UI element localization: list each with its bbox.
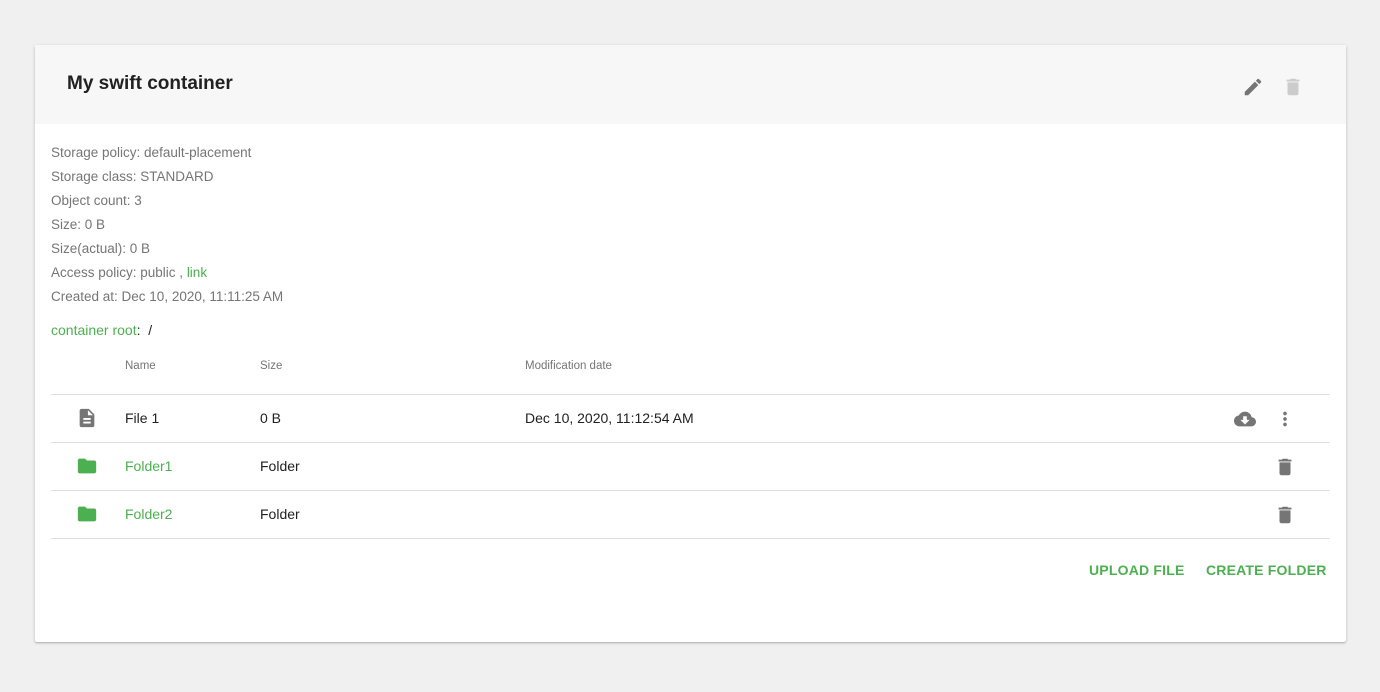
card-header: My swift container bbox=[35, 45, 1346, 124]
more-vert-icon bbox=[1283, 411, 1287, 427]
row-modified: Dec 10, 2020, 11:12:54 AM bbox=[525, 410, 694, 426]
row-size: Folder bbox=[260, 506, 300, 522]
storage-class: Storage class: STANDARD bbox=[51, 169, 214, 184]
download-button[interactable] bbox=[1233, 407, 1257, 431]
row-size: Folder bbox=[260, 458, 300, 474]
object-count: Object count: 3 bbox=[51, 193, 142, 208]
page-title: My swift container bbox=[67, 73, 233, 94]
cloud-download-icon bbox=[1234, 411, 1256, 427]
access-policy: Access policy: public , link bbox=[51, 265, 283, 289]
table-row[interactable]: Folder2 Folder bbox=[51, 491, 1330, 539]
file-icon bbox=[76, 407, 98, 429]
delete-folder-button[interactable] bbox=[1273, 503, 1297, 527]
access-policy-label: Access policy: public , bbox=[51, 265, 187, 280]
trash-icon bbox=[1278, 458, 1292, 476]
delete-container-button[interactable] bbox=[1281, 75, 1305, 99]
breadcrumb-separator: : bbox=[136, 322, 141, 338]
folder-link[interactable]: Folder1 bbox=[125, 458, 172, 474]
table-header: Name Size Modification date bbox=[51, 350, 1330, 395]
table-row[interactable]: Folder1 Folder bbox=[51, 443, 1330, 491]
row-name: File 1 bbox=[125, 410, 160, 426]
row-size: 0 B bbox=[260, 410, 282, 426]
folder-icon bbox=[76, 503, 98, 525]
folder-icon bbox=[76, 455, 98, 477]
upload-file-button[interactable]: UPLOAD FILE bbox=[1089, 562, 1185, 578]
more-options-button[interactable] bbox=[1273, 407, 1297, 431]
breadcrumb: container root: / bbox=[51, 322, 152, 338]
column-header-size[interactable]: Size bbox=[260, 360, 282, 372]
access-policy-link[interactable]: link bbox=[187, 265, 207, 280]
edit-button[interactable] bbox=[1241, 75, 1265, 99]
trash-icon bbox=[1278, 506, 1292, 524]
delete-folder-button[interactable] bbox=[1273, 455, 1297, 479]
table-row[interactable]: File 1 0 B Dec 10, 2020, 11:12:54 AM bbox=[51, 395, 1330, 443]
trash-icon bbox=[1286, 78, 1300, 96]
size: Size: 0 B bbox=[51, 217, 106, 232]
folder-link[interactable]: Folder2 bbox=[125, 506, 172, 522]
storage-policy: Storage policy: default-placement bbox=[51, 145, 252, 160]
breadcrumb-root-link[interactable]: container root bbox=[51, 322, 137, 338]
create-folder-button[interactable]: CREATE FOLDER bbox=[1206, 562, 1327, 578]
column-header-name[interactable]: Name bbox=[125, 360, 156, 372]
pencil-icon bbox=[1244, 78, 1262, 96]
column-header-modified[interactable]: Modification date bbox=[525, 360, 612, 372]
container-info: Storage policy: default-placement Storag… bbox=[51, 145, 283, 313]
created-at: Created at: Dec 10, 2020, 11:11:25 AM bbox=[51, 289, 284, 304]
container-card: My swift container Storage policy: defau… bbox=[35, 45, 1346, 642]
size-actual: Size(actual): 0 B bbox=[51, 241, 151, 256]
breadcrumb-path: / bbox=[148, 322, 153, 338]
objects-table: Name Size Modification date File 1 0 B D… bbox=[51, 350, 1330, 539]
